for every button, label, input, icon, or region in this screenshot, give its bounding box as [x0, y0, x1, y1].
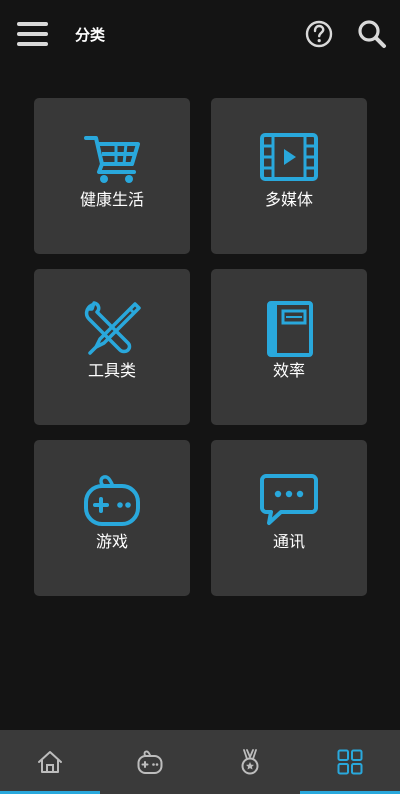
bottom-tab-bar	[0, 730, 400, 794]
tab-categories[interactable]	[300, 730, 400, 794]
category-label: 健康生活	[79, 190, 144, 209]
chat-bubble-icon	[260, 474, 318, 525]
category-label: 通讯	[272, 532, 305, 551]
grid-icon	[337, 749, 363, 775]
tab-home[interactable]	[0, 730, 100, 794]
notebook-icon	[267, 301, 313, 357]
shopping-cart-icon	[84, 136, 140, 183]
category-grid: 健康生活 多媒体 工具类 效率 游戏 通讯	[0, 0, 400, 730]
category-tile-efficiency[interactable]: 效率	[211, 269, 367, 425]
category-tile-tools[interactable]: 工具类	[34, 269, 190, 425]
gamepad-icon	[84, 475, 140, 526]
category-label: 工具类	[87, 361, 136, 380]
tab-games[interactable]	[100, 730, 200, 794]
gamepad-icon	[137, 750, 163, 774]
category-label: 多媒体	[264, 190, 313, 209]
category-tile-health[interactable]: 健康生活	[34, 98, 190, 254]
category-label: 效率	[272, 361, 305, 380]
video-play-icon	[260, 133, 318, 181]
tab-ranking[interactable]	[200, 730, 300, 794]
wrench-pen-icon	[84, 301, 141, 355]
medal-icon	[241, 749, 259, 775]
category-label: 游戏	[95, 532, 128, 551]
category-tile-communication[interactable]: 通讯	[211, 440, 367, 596]
category-tile-multimedia[interactable]: 多媒体	[211, 98, 367, 254]
category-tile-games[interactable]: 游戏	[34, 440, 190, 596]
home-icon	[38, 751, 62, 773]
